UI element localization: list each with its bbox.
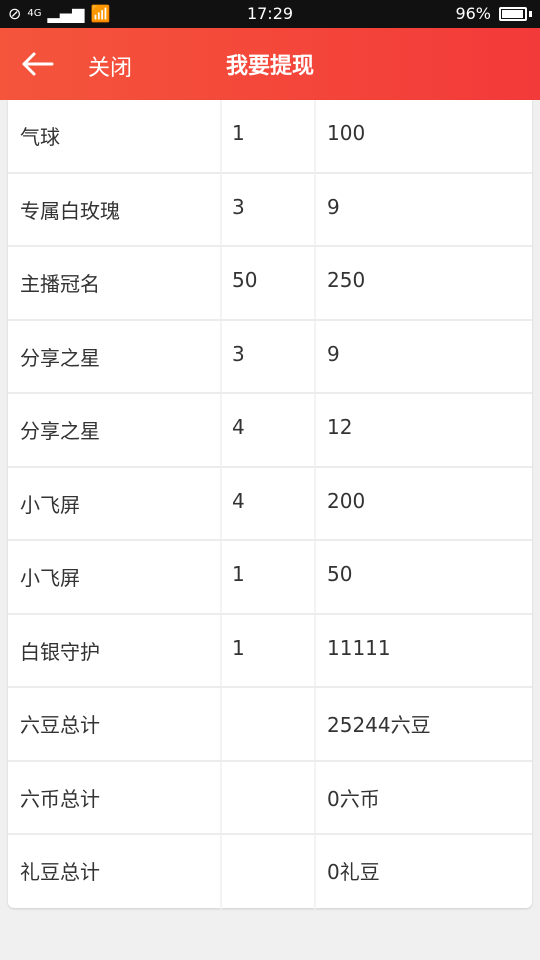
status-icons-right: 96% [455,4,532,23]
value-cell: 250 [327,268,366,292]
column-divider [314,100,316,172]
quantity-cell: 50 [232,268,258,292]
value-cell: 100 [327,121,366,145]
column-divider [220,688,222,760]
column-divider [220,173,222,245]
gift-name-cell: 六币总计 [20,786,100,811]
value-cell: 0礼豆 [327,860,380,884]
column-divider [220,761,222,833]
withdraw-table: 气球 1 100 专属白玫瑰 3 9 主播冠名 50 250 分享之星 3 9 分享之星 4 12 小飞屏 4 2… [8,100,532,909]
column-divider [314,835,316,909]
column-divider [314,247,316,319]
column-divider [314,761,316,833]
column-divider [314,541,316,613]
column-divider [314,320,316,392]
quantity-cell: 4 [232,415,245,439]
quantity-cell: 1 [232,121,245,145]
table-row: 小飞屏 1 50 [8,541,532,615]
value-cell: 50 [327,562,353,586]
gift-name-cell: 分享之星 [20,345,100,370]
column-divider [314,688,316,760]
gift-name-cell: 主播冠名 [20,272,100,296]
column-divider [314,614,316,686]
table-row: 小飞屏 4 200 [8,467,532,541]
battery-cap-icon [529,10,532,17]
table-row: 气球 1 100 [8,100,532,174]
quantity-cell: 1 [232,562,245,586]
column-divider [314,467,316,539]
gift-name-cell: 礼豆总计 [20,860,100,884]
app-bar: 关闭 我要提现 [0,28,540,100]
column-divider [220,541,222,613]
quantity-cell: 3 [232,194,245,219]
column-divider [220,100,222,172]
quantity-cell: 3 [232,341,245,366]
table-row: 主播冠名 50 250 [8,247,532,321]
gift-name-cell: 白银守护 [20,639,100,664]
page-title: 我要提现 [225,54,314,79]
gift-name-cell: 专属白玫瑰 [20,198,120,223]
quantity-cell: 1 [232,635,245,660]
table-row: 六豆总计 25244六豆 [8,688,532,762]
value-cell: 0六币 [327,786,380,811]
battery-icon [499,6,527,21]
value-cell: 11111 [327,635,391,660]
value-cell: 200 [327,488,366,513]
value-cell: 9 [327,341,340,366]
gift-name-cell: 小飞屏 [20,492,80,517]
column-divider [220,614,222,686]
table-row: 礼豆总计 0礼豆 [8,835,532,909]
quantity-cell: 4 [232,488,245,513]
gift-name-cell: 小飞屏 [20,566,80,590]
gift-name-cell: 气球 [20,125,60,149]
column-divider [220,394,222,466]
column-divider [314,394,316,466]
column-divider [220,835,222,909]
gift-name-cell: 六豆总计 [20,713,100,737]
battery-percent: 96% [455,4,491,23]
column-divider [314,173,316,245]
table-row: 白银守护 1 11111 [8,614,532,688]
column-divider [220,247,222,319]
column-divider [220,320,222,392]
column-divider [220,467,222,539]
table-row: 专属白玫瑰 3 9 [8,173,532,247]
table-row: 分享之星 4 12 [8,394,532,468]
gift-name-cell: 分享之星 [20,419,100,443]
table-row: 六币总计 0六币 [8,761,532,835]
value-cell: 25244六豆 [327,713,431,737]
status-bar: ⊘ 4G ▂▄▆ 📶 17:29 96% [0,0,540,28]
table-row: 分享之星 3 9 [8,320,532,394]
value-cell: 9 [327,194,340,219]
value-cell: 12 [327,415,353,439]
